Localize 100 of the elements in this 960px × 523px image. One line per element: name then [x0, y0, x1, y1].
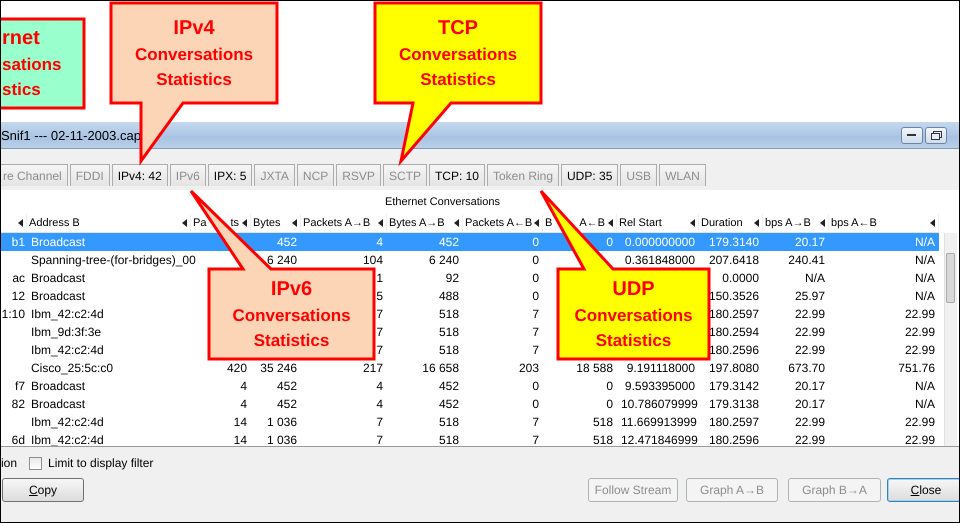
table-cell: 207.6418: [708, 253, 759, 267]
column-header[interactable]: bps A←B: [829, 214, 939, 232]
tab[interactable]: IPv4: 42: [112, 164, 168, 186]
column-header[interactable]: Packets A←B: [463, 214, 543, 232]
minimize-button[interactable]: [901, 126, 923, 144]
table-cell: 0: [532, 235, 539, 249]
table-cell: 180.2596: [708, 433, 759, 446]
table-cell: 22.99: [794, 433, 825, 446]
button[interactable]: Copy: [2, 478, 84, 502]
table-cell: 7: [532, 343, 539, 357]
table-cell: Broadcast: [31, 289, 86, 303]
table-cell: 180.2594: [708, 325, 759, 339]
callout-text: Conversations: [232, 304, 351, 327]
header-text: A←B: [579, 217, 605, 229]
table-cell: 18 588: [576, 361, 613, 375]
table-cell: 518: [438, 307, 459, 321]
sort-arrow-icon: [820, 219, 825, 227]
column-header[interactable]: Packets A→B: [301, 214, 387, 232]
sort-arrow-icon: [182, 219, 187, 227]
table-cell: 518: [438, 415, 459, 429]
sort-arrow-icon: [18, 219, 23, 227]
table-cell: 6 240: [428, 253, 459, 267]
column-header[interactable]: Rel Start: [617, 214, 699, 232]
table-cell: 16 658: [422, 361, 459, 375]
checkbox[interactable]: [29, 456, 42, 470]
table-cell: 92: [446, 271, 459, 285]
table-cell: 179.3140: [708, 235, 759, 249]
table-cell: b1: [12, 235, 25, 249]
table-cell: 20.17: [794, 235, 825, 249]
table-cell: 0: [532, 271, 539, 285]
tab[interactable]: UDP: 35: [561, 164, 618, 186]
callout-text: Conversations: [398, 44, 518, 66]
callout-title: IPv4: [173, 16, 215, 41]
callout-text: sations: [2, 54, 62, 76]
table-cell: 22.99: [794, 343, 825, 357]
table-cell: 7: [376, 415, 383, 429]
table-cell: 0: [606, 397, 613, 411]
table-cell: f7: [14, 379, 25, 393]
table-cell: 4: [376, 397, 383, 411]
table-cell: 7: [376, 307, 383, 321]
minimize-icon: [907, 133, 917, 137]
column-header[interactable]: Bytes A→B: [387, 214, 463, 232]
table-cell: 1 036: [266, 433, 297, 446]
table-cell: 22.99: [904, 343, 935, 357]
button[interactable]: Close: [887, 478, 959, 502]
table-cell: 518: [592, 433, 613, 446]
table-cell: Broadcast: [31, 271, 86, 285]
table-cell: 12: [12, 289, 25, 303]
table-cell: 0: [606, 379, 613, 393]
table-cell: 180.2596: [708, 343, 759, 357]
scrollbar[interactable]: [944, 233, 957, 446]
table-cell: 197.8080: [708, 361, 759, 375]
maximize-button[interactable]: [925, 126, 947, 144]
table-cell: 673.70: [788, 361, 825, 375]
table-cell: 35 246: [260, 361, 297, 375]
sort-arrow-icon: [930, 219, 935, 227]
table-cell: 7: [376, 343, 383, 357]
table-cell: N/A: [914, 271, 935, 285]
callout-text: Conversations: [574, 304, 693, 327]
table-cell: 0.361848000: [624, 253, 695, 267]
tab[interactable]: TCP: 10: [428, 164, 485, 186]
callout-title: UDP: [612, 276, 655, 302]
table-cell: 9.593395000: [624, 379, 695, 393]
callout-text: Statistics: [596, 330, 672, 352]
table-cell: 104: [362, 253, 383, 267]
table-cell: 452: [276, 397, 297, 411]
table-cell: 7: [376, 433, 383, 446]
option-label: ion: [1, 456, 18, 470]
table-cell: 5: [376, 289, 383, 303]
callout-title: TCP: [438, 16, 478, 41]
table-cell: 9.191118000: [626, 361, 695, 375]
column-header[interactable]: Duration: [699, 214, 763, 232]
scrollbar-thumb[interactable]: [946, 253, 955, 303]
column-header[interactable]: bps A→B: [763, 214, 829, 232]
tab[interactable]: IPX: 5: [208, 164, 252, 186]
table-cell: N/A: [804, 271, 825, 285]
sort-arrow-icon: [292, 219, 297, 227]
section-title: Ethernet Conversations: [385, 196, 500, 208]
column-header[interactable]: Address B: [27, 214, 191, 232]
table-cell: 0: [532, 379, 539, 393]
table-cell: 240.41: [788, 253, 825, 267]
callout-text: Statistics: [156, 68, 232, 90]
table-cell: 150.3526: [708, 289, 759, 303]
table-cell: 217: [362, 361, 383, 375]
table-cell: N/A: [914, 289, 935, 303]
checkbox-label[interactable]: Limit to display filter: [48, 456, 154, 470]
callout-text: Conversations: [134, 44, 254, 66]
table-cell: N/A: [914, 253, 935, 267]
table-cell: N/A: [914, 397, 935, 411]
sort-arrow-icon: [690, 219, 695, 227]
table-cell: N/A: [914, 379, 935, 393]
table-cell: 14: [234, 433, 247, 446]
table-cell: 179.3138: [708, 397, 759, 411]
table-cell: 180.2597: [708, 415, 759, 429]
table-cell: 452: [438, 397, 459, 411]
header-text: B: [545, 217, 552, 229]
table-cell: 1: [376, 271, 383, 285]
sort-arrow-icon: [608, 219, 613, 227]
column-header[interactable]: Bytes: [251, 214, 301, 232]
table-cell: 22.99: [904, 307, 935, 321]
